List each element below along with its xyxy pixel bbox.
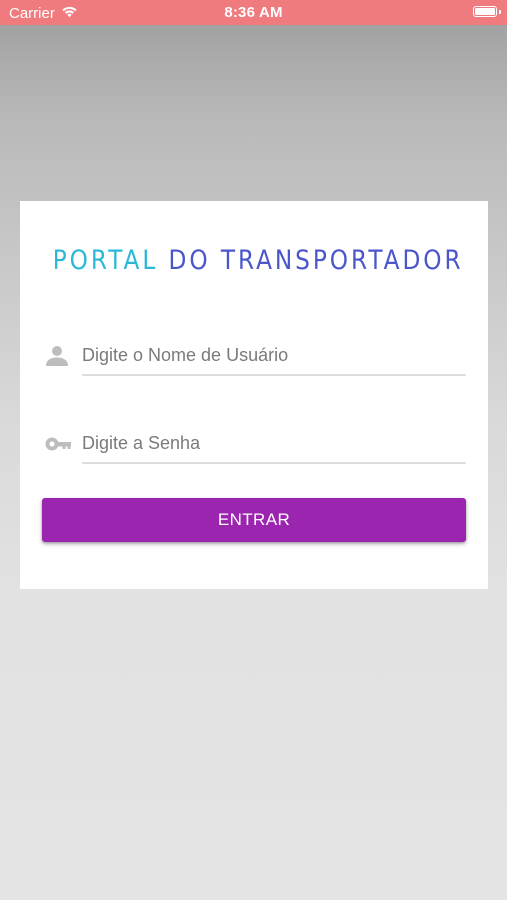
username-underline xyxy=(82,374,466,376)
login-card: PORTAL DO TRANSPORTADOR ENTRAR xyxy=(20,201,488,589)
username-input[interactable] xyxy=(82,336,466,374)
password-field xyxy=(42,424,466,464)
battery-fill xyxy=(475,8,495,15)
login-button[interactable]: ENTRAR xyxy=(42,498,466,542)
app-title-part-transportador: DO TRANSPORTADOR xyxy=(168,245,464,276)
key-icon xyxy=(44,432,71,456)
status-bar: Carrier 8:36 AM xyxy=(0,0,507,25)
person-icon xyxy=(44,344,70,368)
app-title: PORTAL DO TRANSPORTADOR xyxy=(52,245,461,276)
status-time: 8:36 AM xyxy=(224,4,283,21)
password-input[interactable] xyxy=(82,424,466,462)
app-title-part-portal: PORTAL xyxy=(52,245,159,276)
battery-tip xyxy=(499,10,501,14)
password-underline xyxy=(82,462,466,464)
battery-icon xyxy=(473,6,497,17)
username-field xyxy=(42,336,466,376)
